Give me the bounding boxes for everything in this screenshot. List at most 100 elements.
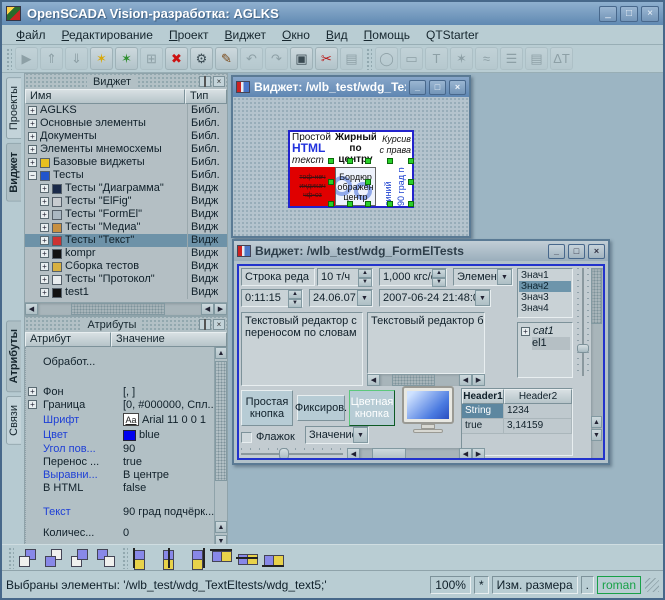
down-widget-icon[interactable] xyxy=(95,547,119,569)
delete-item-icon[interactable]: ✖ xyxy=(165,47,188,70)
tree-row[interactable]: + Основные элементы Библ. xyxy=(25,117,227,130)
tree-row[interactable]: + Тесты "Медиа" Видж xyxy=(25,221,227,234)
new-visual-item-icon[interactable]: ✶ xyxy=(90,47,113,70)
wrap-text-editor[interactable]: Текстовый редактор с переносом по словам xyxy=(241,312,363,386)
close-panel-icon[interactable]: × xyxy=(213,76,225,87)
menu-item-Помощь[interactable]: Помощь xyxy=(356,26,418,44)
selection-handle[interactable] xyxy=(347,158,353,164)
table-header-cell[interactable]: Header1 xyxy=(462,389,504,404)
attribute-value[interactable]: 90 xyxy=(123,443,214,455)
up-widget-icon[interactable] xyxy=(69,547,93,569)
values-listbox[interactable]: Знач1 Знач2 Знач3 Знач4 xyxy=(517,268,573,318)
menu-item-Редактирование[interactable]: Редактирование xyxy=(54,26,161,44)
scroll-left-icon[interactable]: ◀ xyxy=(459,448,472,458)
attr-expander-icon[interactable]: + xyxy=(28,387,37,396)
attribute-row[interactable]: +Обработ... xyxy=(26,355,214,369)
selection-handle[interactable] xyxy=(328,158,334,164)
scroll-right-icon[interactable]: ▶ xyxy=(214,303,227,315)
tree-expander-icon[interactable]: + xyxy=(40,262,49,271)
formel-tests-window[interactable]: Виджет: /wlb_test/wdg_FormElTests _ □ × … xyxy=(232,239,610,465)
list-item[interactable]: Знач4 xyxy=(519,303,571,314)
table-cell[interactable]: 3,14159 xyxy=(504,419,572,433)
scroll-left-icon[interactable]: ◀ xyxy=(367,374,380,386)
align-left-icon[interactable] xyxy=(131,547,155,570)
tree-expander-icon[interactable]: + xyxy=(40,197,49,206)
menu-item-Файл[interactable]: Файл xyxy=(8,26,54,44)
attribute-row[interactable]: +Количес...0 xyxy=(26,526,214,539)
lower-widget-icon[interactable] xyxy=(43,547,67,569)
widget-panel-titlebar[interactable]: Виджет × xyxy=(25,74,227,89)
menu-item-QTStarter[interactable]: QTStarter xyxy=(418,26,487,44)
scroll-up-icon[interactable]: ▲ xyxy=(591,416,602,428)
tree-row[interactable]: el1 xyxy=(520,336,570,350)
tree-expander-icon[interactable]: + xyxy=(28,106,37,115)
data-table[interactable]: Header1 Header2 String 1234 true 3,14159 xyxy=(461,388,573,456)
attribute-row[interactable]: +Угол пов...90 xyxy=(26,442,214,455)
selection-handle[interactable] xyxy=(328,179,334,185)
table-cell[interactable]: true xyxy=(462,419,504,433)
tree-expander-icon[interactable]: + xyxy=(40,184,49,193)
attribute-row[interactable]: +Перенос ...true xyxy=(26,455,214,468)
tree-expander-icon[interactable]: + xyxy=(40,223,49,232)
pressure-spinbox[interactable]: 1,000 кгс/см2 ▲▼ xyxy=(379,268,447,287)
rise-widget-icon[interactable] xyxy=(17,547,41,569)
form-hscrollbar[interactable]: ◀ ◀ ▶ xyxy=(347,448,485,458)
column-value[interactable]: Значение xyxy=(111,332,227,347)
scroll-left-icon[interactable]: ◀ xyxy=(459,374,472,386)
checkbox[interactable] xyxy=(241,431,252,443)
underlined-vertical-text[interactable]: 90 град подчёркнут xyxy=(396,167,406,206)
attribute-value[interactable]: Aa Arial 11 0 0 1 xyxy=(123,413,214,426)
value-combobox[interactable]: Значение3 ▼ xyxy=(305,426,369,444)
attribute-value[interactable]: 0 xyxy=(123,527,214,539)
tree-row[interactable]: + Тесты "Диаграмма" Видж xyxy=(25,182,227,195)
close-button[interactable]: × xyxy=(449,79,466,95)
tree-hscrollbar[interactable]: ◀ ◀ ▶ xyxy=(25,302,227,315)
table-row[interactable]: true 3,14159 xyxy=(462,419,572,434)
attribute-row[interactable]: +Выравни...В центре xyxy=(26,468,214,481)
attribute-value[interactable]: [0, #000000, Спл... xyxy=(123,399,214,411)
resize-grip[interactable] xyxy=(645,577,659,592)
checkbox-row[interactable]: Флажок xyxy=(241,430,303,444)
scroll-left-icon[interactable]: ◀ xyxy=(347,448,360,458)
float-panel-icon[interactable] xyxy=(199,319,211,330)
attribute-row[interactable]: +Цветblue xyxy=(26,428,214,442)
attribute-row[interactable]: +В HTMLfalse xyxy=(26,481,214,494)
menu-item-Окно[interactable]: Окно xyxy=(274,26,318,44)
horizontal-slider[interactable] xyxy=(241,448,343,458)
selection-handle[interactable] xyxy=(387,201,393,207)
tree-row[interactable]: + Базовые виджеты Библ. xyxy=(25,156,227,169)
table-cell[interactable]: String xyxy=(462,404,504,418)
tree-row[interactable]: + cat1 xyxy=(520,325,570,337)
minimize-button[interactable]: _ xyxy=(548,243,565,259)
attribute-row[interactable]: +ШрифтAaArial 11 0 0 1 xyxy=(26,411,214,428)
nowrap-text-editor[interactable]: Текстовый редактор без пер xyxy=(367,312,485,374)
tree-row[interactable]: + test1 Видж xyxy=(25,286,227,299)
win1-titlebar[interactable]: Виджет: /wlb_test/wdg_Tex _ □ × xyxy=(233,77,469,97)
font-icon[interactable]: Aa xyxy=(123,413,139,426)
scroll-left-icon[interactable]: ◀ xyxy=(201,303,214,315)
tree-row[interactable]: + Тесты "Протокол" Видж xyxy=(25,273,227,286)
slider-handle[interactable] xyxy=(279,448,289,458)
new-library-icon[interactable]: ✶ xyxy=(115,47,138,70)
tree-row[interactable]: − Тесты Библ. xyxy=(25,169,227,182)
menu-item-Проект[interactable]: Проект xyxy=(161,26,217,44)
flow-spinbox[interactable]: 10 т/ч ▲ ▼ xyxy=(317,268,373,287)
scroll-left-icon[interactable]: ◀ xyxy=(25,303,38,315)
scroll-right-icon[interactable]: ▶ xyxy=(472,374,485,386)
win2-titlebar[interactable]: Виджет: /wlb_test/wdg_FormElTests _ □ × xyxy=(234,241,608,261)
tree-row[interactable]: + Сборка тестов Видж xyxy=(25,260,227,273)
maximize-button[interactable]: □ xyxy=(429,79,446,95)
attribute-row[interactable]: + Граница [0, #000000, Спл... xyxy=(26,398,214,411)
date-combobox[interactable]: 24.06.07 ▼ xyxy=(309,289,373,307)
tree-row[interactable]: + Тесты "Текст" Видж xyxy=(25,234,227,247)
color-button[interactable]: Цветная кнопка xyxy=(349,390,395,426)
list-item[interactable]: Знач2 xyxy=(519,281,571,292)
attribute-value[interactable]: В центре xyxy=(123,469,214,481)
tree-expander-icon[interactable]: + xyxy=(40,249,49,258)
tree-row[interactable]: + AGLKS Библ. xyxy=(25,104,227,117)
selection-handle[interactable] xyxy=(365,201,371,207)
close-button[interactable]: × xyxy=(588,243,605,259)
maximize-button[interactable]: □ xyxy=(620,5,638,22)
selection-handle[interactable] xyxy=(328,201,334,207)
menu-item-Вид[interactable]: Вид xyxy=(318,26,356,44)
